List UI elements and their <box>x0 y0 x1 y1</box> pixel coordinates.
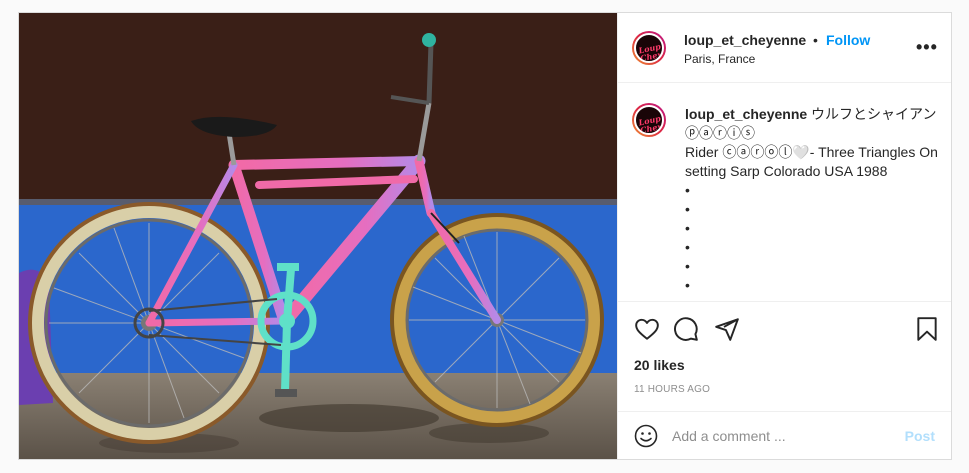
likes-count[interactable]: 20 likes <box>634 357 685 373</box>
post-header: Loup et Cheyenne loup_et_cheyenne • Foll… <box>618 13 951 83</box>
caption-bullet: • <box>685 258 690 274</box>
bookmark-icon[interactable] <box>914 316 940 342</box>
caption-bullet: • <box>685 182 690 198</box>
caption-bullet: • <box>685 201 690 217</box>
heart-icon[interactable] <box>634 316 660 342</box>
avatar-logo-text: Loup et Cheyenne <box>637 39 664 63</box>
comment-box: Post <box>618 411 951 459</box>
caption-line-2: ⓟⓐⓡⓘⓢ <box>685 125 755 141</box>
post-actions: 20 likes 11 HOURS AGO <box>618 301 951 411</box>
avatar[interactable]: Loup et Cheyenne <box>632 31 666 65</box>
caption-line-3: Rider ⓒⓐⓡⓞⓛ🤍- Three Triangles On setting… <box>685 144 938 179</box>
bicycle-image <box>19 13 617 459</box>
follow-button[interactable]: Follow <box>826 32 870 48</box>
post-card: Loup et Cheyenne loup_et_cheyenne • Foll… <box>18 12 952 460</box>
header-username[interactable]: loup_et_cheyenne <box>684 32 806 48</box>
smiley-icon[interactable] <box>634 424 658 448</box>
caption-bullet: • <box>685 239 690 255</box>
separator-dot: • <box>813 32 818 48</box>
caption-bullet: • <box>685 277 690 293</box>
avatar-logo-text: Loup et Cheyenne <box>637 111 664 135</box>
caption-area: Loup et Cheyenne loup_et_cheyenne ウルフとシャ… <box>618 83 951 301</box>
post-comment-button[interactable]: Post <box>905 428 935 444</box>
caption-text: loup_et_cheyenne ウルフとシャイアン ⓟⓐⓡⓘⓢ Rider ⓒ… <box>685 105 945 301</box>
caption-username[interactable]: loup_et_cheyenne <box>685 106 807 122</box>
caption-line-1: ウルフとシャイアン <box>811 106 937 122</box>
caption-bullet: • <box>685 220 690 236</box>
comment-icon[interactable] <box>673 316 699 342</box>
comment-input[interactable] <box>672 425 892 447</box>
avatar-image: Loup et Cheyenne <box>634 33 664 63</box>
post-location[interactable]: Paris, France <box>684 52 755 66</box>
more-options-icon[interactable]: ••• <box>916 37 938 58</box>
share-icon[interactable] <box>714 316 740 342</box>
avatar-image: Loup et Cheyenne <box>634 105 664 135</box>
post-timestamp[interactable]: 11 HOURS AGO <box>634 384 710 395</box>
post-side-panel: Loup et Cheyenne loup_et_cheyenne • Foll… <box>617 13 951 459</box>
post-photo[interactable] <box>19 13 617 459</box>
caption-avatar[interactable]: Loup et Cheyenne <box>632 103 666 137</box>
